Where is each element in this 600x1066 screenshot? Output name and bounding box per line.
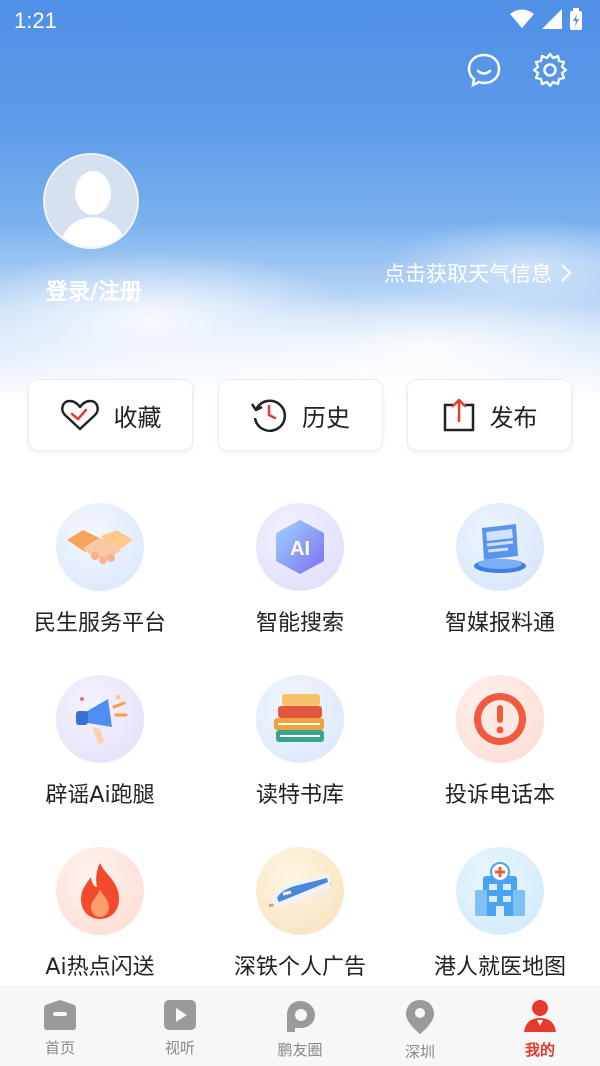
- location-pin-icon: [406, 1000, 434, 1034]
- service-item-metro-ads[interactable]: 深铁个人广告: [200, 847, 400, 981]
- battery-icon: [570, 8, 582, 30]
- upload-icon: [443, 398, 474, 432]
- history-clock-icon: [250, 399, 287, 433]
- tab-home[interactable]: 首页: [0, 987, 120, 1066]
- tab-friends-circle[interactable]: 鹏友圈: [240, 987, 360, 1066]
- person-icon: [524, 1000, 556, 1032]
- wifi-icon: [510, 9, 534, 28]
- service-item-complaint-phonebook[interactable]: 投诉电话本: [400, 675, 600, 809]
- home-icon: [44, 1000, 76, 1030]
- publish-button[interactable]: 发布: [407, 379, 572, 451]
- circle-p-icon: [287, 1001, 315, 1032]
- tab-shenzhen[interactable]: 深圳: [360, 987, 480, 1066]
- service-item-book-library[interactable]: 读特书库: [200, 675, 400, 809]
- avatar[interactable]: [43, 153, 139, 249]
- service-label: 深铁个人广告: [233, 955, 366, 980]
- service-label: 读特书库: [255, 783, 344, 808]
- history-label: 历史: [302, 403, 350, 432]
- play-icon: [164, 1000, 196, 1030]
- service-label: 投诉电话本: [444, 783, 555, 808]
- service-label: 民生服务平台: [33, 611, 166, 636]
- megaphone-icon: [56, 675, 144, 763]
- chevron-right-icon: [561, 264, 572, 282]
- favorites-button[interactable]: 收藏: [28, 379, 193, 451]
- tab-video[interactable]: 视听: [120, 987, 240, 1066]
- service-label: 辟谣Ai跑腿: [45, 783, 155, 808]
- signal-icon: [542, 9, 562, 29]
- tab-mine[interactable]: 我的: [480, 987, 600, 1066]
- tab-label: 鹏友圈: [277, 1041, 323, 1059]
- publish-label: 发布: [489, 403, 538, 432]
- books-icon: [256, 675, 344, 763]
- tab-label: 我的: [524, 1041, 555, 1059]
- service-item-ai-hotspot[interactable]: Ai热点闪送: [0, 847, 200, 981]
- service-label: Ai热点闪送: [45, 955, 155, 980]
- service-item-hospital-map[interactable]: 港人就医地图: [400, 847, 600, 981]
- tab-label: 首页: [44, 1039, 75, 1057]
- status-time: 1:21: [14, 8, 57, 33]
- hospital-icon: [456, 847, 544, 935]
- weather-label: 点击获取天气信息: [384, 262, 552, 286]
- settings-icon[interactable]: [532, 52, 568, 88]
- tab-label: 视听: [164, 1039, 195, 1057]
- service-label: 智能搜索: [255, 611, 344, 636]
- handshake-icon: [56, 503, 144, 591]
- flame-icon: [56, 847, 144, 935]
- alert-icon: [456, 675, 544, 763]
- ai-icon: AI: [256, 503, 344, 591]
- tab-label: 深圳: [404, 1043, 435, 1061]
- news-report-icon: [456, 503, 544, 591]
- service-label: 港人就医地图: [433, 955, 566, 980]
- svg-text:AI: AI: [290, 538, 310, 560]
- service-item-news-report[interactable]: 智媒报料通: [400, 503, 600, 637]
- weather-link[interactable]: 点击获取天气信息: [384, 258, 572, 288]
- history-button[interactable]: 历史: [217, 379, 383, 451]
- service-item-ai-search[interactable]: AI 智能搜索: [200, 503, 400, 637]
- bottom-tab-bar: 首页 视听 鹏友圈 深圳 我的: [0, 986, 600, 1066]
- status-bar: 1:21: [0, 0, 600, 40]
- service-item-livelihood[interactable]: 民生服务平台: [0, 503, 200, 637]
- train-icon: [256, 847, 344, 935]
- quick-actions: 收藏 历史 发布: [28, 379, 572, 451]
- service-item-rumor-debunk[interactable]: 辟谣Ai跑腿: [0, 675, 200, 809]
- service-label: 智媒报料通: [444, 611, 555, 636]
- login-register-link[interactable]: 登录/注册: [46, 274, 142, 306]
- favorites-label: 收藏: [113, 403, 162, 432]
- heart-icon: [60, 399, 99, 431]
- message-icon[interactable]: [466, 52, 502, 88]
